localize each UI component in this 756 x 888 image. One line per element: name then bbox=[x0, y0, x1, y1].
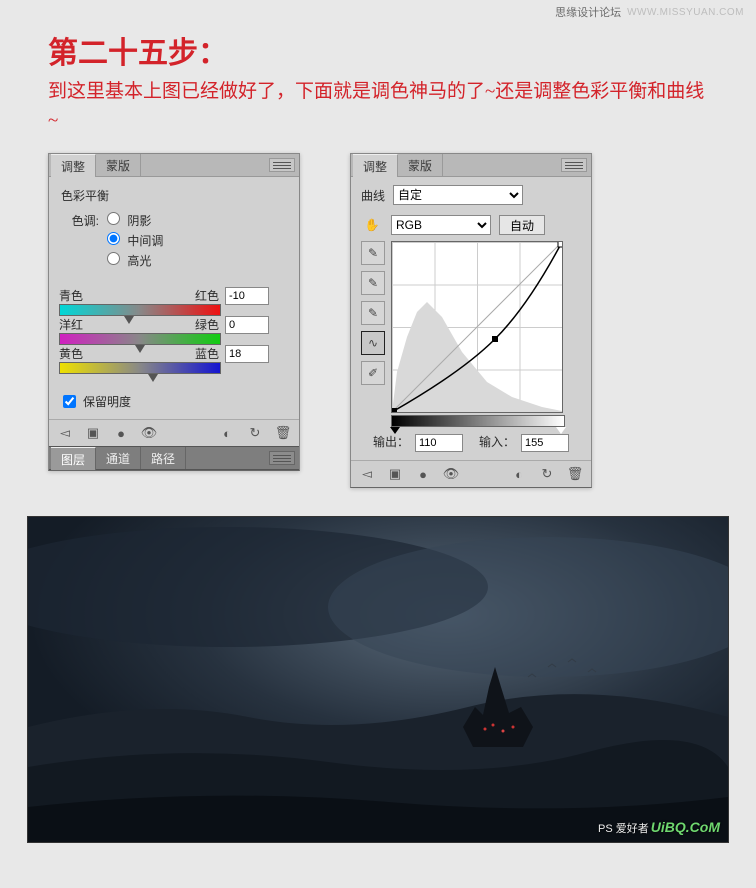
magenta-green-value[interactable] bbox=[225, 316, 269, 334]
clip-icon[interactable]: ◐ bbox=[219, 425, 235, 441]
circle-icon[interactable]: ● bbox=[113, 425, 129, 441]
preserve-luminosity-label: 保留明度 bbox=[83, 393, 131, 410]
black-point-handle[interactable] bbox=[390, 427, 400, 434]
eyedropper-gray-icon[interactable]: ✎ bbox=[361, 271, 385, 295]
back-icon[interactable]: ◅ bbox=[57, 425, 73, 441]
panel-menu-icon[interactable] bbox=[269, 451, 295, 465]
yellow-blue-value[interactable] bbox=[225, 345, 269, 363]
reset-icon[interactable]: ↻ bbox=[539, 466, 555, 482]
curve-tool-column: ✎ ✎ ✎ ∿ ✐ bbox=[361, 241, 385, 385]
eyedropper-white-icon[interactable]: ✎ bbox=[361, 301, 385, 325]
credit-name: 思缘设计论坛 bbox=[555, 4, 621, 20]
watermark-text: UiBQ.CoM bbox=[651, 819, 720, 835]
step-description: 到这里基本上图已经做好了，下面就是调色神马的了~还是调整色彩平衡和曲线~ bbox=[0, 72, 756, 135]
gradient-ramp bbox=[391, 415, 565, 427]
panel-subtitle: 色彩平衡 bbox=[61, 187, 289, 204]
cyan-red-slider[interactable]: 青色红色 bbox=[59, 287, 289, 316]
tab-adjust[interactable]: 调整 bbox=[353, 154, 398, 177]
eye-icon[interactable]: 👁 bbox=[443, 466, 459, 482]
curve-graph[interactable] bbox=[391, 241, 563, 413]
slider-handle-icon[interactable] bbox=[124, 316, 134, 324]
back-icon[interactable]: ◅ bbox=[359, 466, 375, 482]
slider-handle-icon[interactable] bbox=[135, 345, 145, 353]
panel-menu-icon[interactable] bbox=[269, 158, 295, 172]
cyan-red-value[interactable] bbox=[225, 287, 269, 305]
curve-tool-icon[interactable]: ∿ bbox=[361, 331, 385, 355]
trash-icon[interactable]: 🗑 bbox=[567, 466, 583, 482]
output-label: 输出： bbox=[373, 435, 409, 449]
panel-tabs: 调整 蒙版 bbox=[49, 154, 299, 177]
source-credit: 思缘设计论坛 WWW.MISSYUAN.COM bbox=[555, 4, 744, 20]
lower-panel-tabs: 图层 通道 路径 bbox=[49, 446, 299, 470]
trash-icon[interactable]: 🗑 bbox=[275, 425, 291, 441]
result-image: PS 爱好者 UiBQ.CoM bbox=[27, 516, 729, 843]
circle-icon[interactable]: ● bbox=[415, 466, 431, 482]
panel-tabs: 调整 蒙版 bbox=[351, 154, 591, 177]
tab-mask[interactable]: 蒙版 bbox=[398, 154, 443, 176]
layer-icon[interactable]: ▣ bbox=[85, 425, 101, 441]
layer-icon[interactable]: ▣ bbox=[387, 466, 403, 482]
tab-adjust[interactable]: 调整 bbox=[51, 154, 96, 177]
slider-handle-icon[interactable] bbox=[148, 374, 158, 382]
curve-type-label: 曲线 bbox=[361, 187, 385, 204]
eye-icon[interactable]: 👁 bbox=[141, 425, 157, 441]
clip-icon[interactable]: ◐ bbox=[511, 466, 527, 482]
watermark: PS 爱好者 UiBQ.CoM bbox=[598, 819, 720, 836]
magenta-green-slider[interactable]: 洋红绿色 bbox=[59, 316, 289, 345]
channel-select[interactable]: RGB bbox=[391, 215, 491, 235]
tone-label: 色调: bbox=[59, 212, 99, 229]
tone-high-option[interactable]: 高光 bbox=[107, 252, 151, 269]
auto-button[interactable]: 自动 bbox=[499, 215, 545, 235]
input-label: 输入： bbox=[479, 435, 515, 449]
tone-shadow-option[interactable]: 阴影 bbox=[107, 212, 151, 229]
panel-footer: ◅ ▣ ● 👁 ◐ ↻ 🗑 bbox=[351, 460, 591, 487]
eyedropper-black-icon[interactable]: ✎ bbox=[361, 241, 385, 265]
tab-layers[interactable]: 图层 bbox=[51, 447, 96, 470]
reset-icon[interactable]: ↻ bbox=[247, 425, 263, 441]
panel-footer: ◅ ▣ ● 👁 ◐ ↻ 🗑 bbox=[49, 419, 299, 446]
curve-preset-select[interactable]: 自定 bbox=[393, 185, 523, 205]
tone-mid-option[interactable]: 中间调 bbox=[107, 232, 163, 249]
tab-channels[interactable]: 通道 bbox=[96, 447, 141, 469]
color-balance-panel: 调整 蒙版 色彩平衡 色调: 阴影 中间调 高光 bbox=[48, 153, 300, 471]
tab-paths[interactable]: 路径 bbox=[141, 447, 186, 469]
panel-menu-icon[interactable] bbox=[561, 158, 587, 172]
input-value[interactable] bbox=[521, 434, 569, 452]
output-value[interactable] bbox=[415, 434, 463, 452]
finger-icon[interactable]: ✋ bbox=[361, 218, 383, 232]
white-point-handle[interactable] bbox=[556, 427, 566, 434]
curves-panel: 调整 蒙版 曲线 自定 ✋ RGB 自动 bbox=[350, 153, 592, 488]
credit-site: WWW.MISSYUAN.COM bbox=[627, 7, 744, 18]
preserve-luminosity-checkbox[interactable] bbox=[63, 395, 76, 408]
yellow-blue-slider[interactable]: 黄色蓝色 bbox=[59, 345, 289, 374]
pencil-tool-icon[interactable]: ✐ bbox=[361, 361, 385, 385]
tab-mask[interactable]: 蒙版 bbox=[96, 154, 141, 176]
